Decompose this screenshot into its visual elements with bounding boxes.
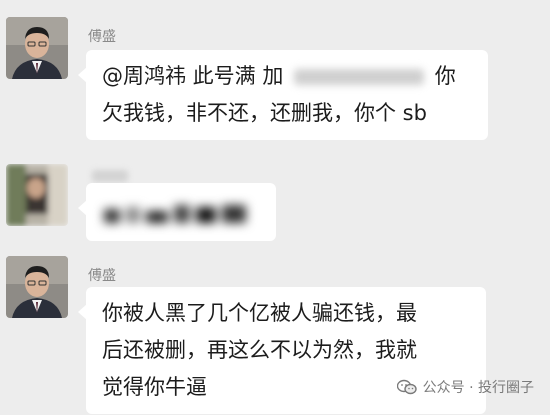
message-bubble[interactable] xyxy=(78,183,276,241)
avatar[interactable] xyxy=(6,164,68,226)
watermark: 公众号 · 投行圈子 xyxy=(396,377,534,397)
redacted-sender-name xyxy=(92,170,128,182)
message-line: 欠我钱，非不还，还删我，你个 sb xyxy=(102,101,427,125)
message-line: 后还被删，再这么不以为然，我就 xyxy=(102,338,417,362)
message-line: 你被人黑了几个亿被人骗还钱，最 xyxy=(102,301,417,325)
chat-window: 傅盛 @周鸿祎 此号满 加 你 欠我钱，非不还，还删我，你个 sb 傅盛 你被人… xyxy=(0,0,550,415)
redacted-text xyxy=(294,69,425,85)
avatar[interactable] xyxy=(6,17,68,79)
person-avatar-icon xyxy=(6,256,68,318)
person-avatar-icon xyxy=(6,17,68,79)
sender-name: 傅盛 xyxy=(88,29,116,45)
message-text: 你 xyxy=(434,64,456,88)
message-text: @周鸿祎 此号满 加 xyxy=(102,64,284,88)
message-line: @周鸿祎 此号满 加 你 xyxy=(102,58,474,95)
wechat-official-account-icon xyxy=(396,379,417,395)
message-bubble[interactable]: @周鸿祎 此号满 加 你 欠我钱，非不还，还删我，你个 sb xyxy=(78,50,488,140)
redacted-message xyxy=(104,205,246,223)
blurred-avatar-icon xyxy=(6,164,68,226)
avatar[interactable] xyxy=(6,256,68,318)
sender-name: 傅盛 xyxy=(88,268,116,284)
watermark-text: 公众号 · 投行圈子 xyxy=(422,380,534,396)
